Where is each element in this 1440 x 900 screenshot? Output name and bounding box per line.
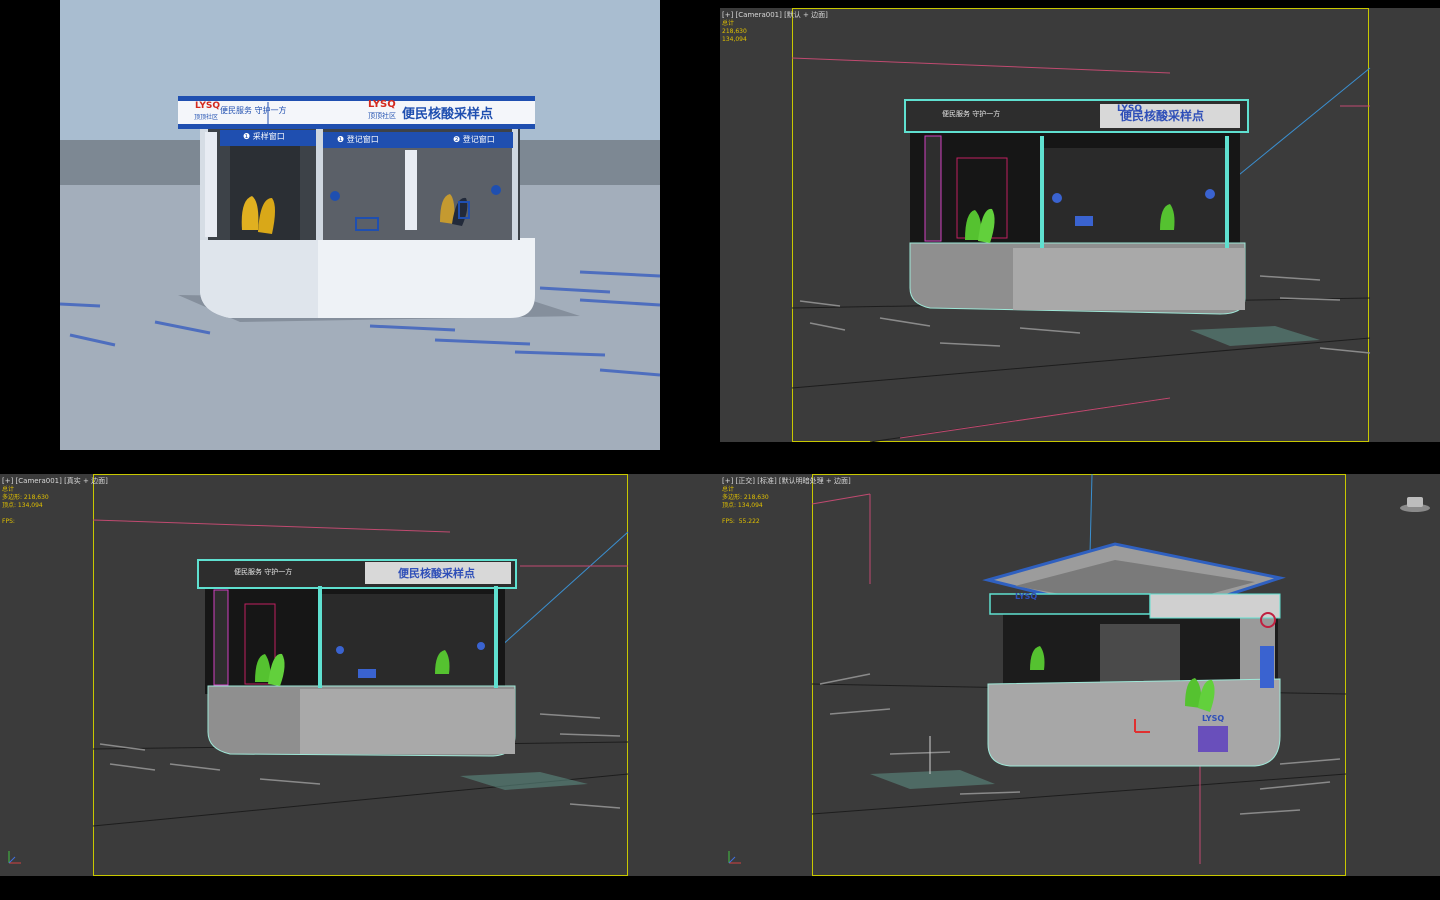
render-sign-title: 便民核酸采样点 [402,107,494,122]
teapot-icon[interactable] [1398,494,1432,518]
br-sign-brand: LYSQ [1015,592,1038,601]
viewport-stats: 总计 多边形: 218,630 顶点: 134,094 FPS: [2,486,49,525]
viewport-label[interactable]: [+] [Camera001] [真实 + 边面] [2,476,108,486]
render-sign-community: 顶顶社区 [194,114,219,121]
render-sign-brand-2: LYSQ [368,99,396,110]
axis-gizmo-icon [6,848,24,870]
render-viewport[interactable]: LYSQ 顶顶社区 便民服务 守护一方 LYSQ 顶顶社区 便民核酸采样点 ❶ … [60,0,660,450]
wireframe-scene-bottom-right [811,474,1347,864]
tr-sign-title: 便民核酸采样点 [1120,109,1205,123]
render-window-register-2: ❷ 登记窗口 [453,135,495,144]
viewport-label[interactable]: [+] [正交] [标准] [默认明暗处理 + 边面] [722,476,851,486]
camera-viewport-top-right[interactable]: [+] [Camera001] [默认 + 边面] 总计 218,630 134… [720,8,1440,442]
render-window-sample: ❶ 采样窗口 [243,132,285,141]
render-scene [60,0,660,450]
bl-sign-slogan: 便民服务 守护一方 [234,568,293,576]
bl-sign-title: 便民核酸采样点 [398,567,475,580]
render-sign-slogan: 便民服务 守护一方 [220,106,287,115]
wireframe-scene-top-right [791,57,1371,442]
axis-gizmo-icon [726,848,744,870]
viewport-stats: 总计 218,630 134,094 [722,20,747,43]
render-sign-brand: LYSQ [195,101,220,111]
camera-viewport-bottom-left[interactable]: [+] [Camera001] [真实 + 边面] 总计 多边形: 218,63… [0,474,720,876]
wireframe-scene-bottom-left [92,519,629,827]
render-sign-community-2: 顶顶社区 [368,112,396,120]
render-window-register-1: ❶ 登记窗口 [337,135,379,144]
ortho-viewport-bottom-right[interactable]: [+] [正交] [标准] [默认明暗处理 + 边面] 总计 多边形: 218,… [720,474,1440,876]
viewport-stats: 总计 多边形: 218,630 顶点: 134,094 FPS: 55.222 [722,486,769,525]
tr-sign-slogan: 便民服务 守护一方 [942,110,1001,118]
br-sign-brand-2: LYSQ [1202,714,1225,723]
viewport-label[interactable]: [+] [Camera001] [默认 + 边面] [722,10,828,20]
